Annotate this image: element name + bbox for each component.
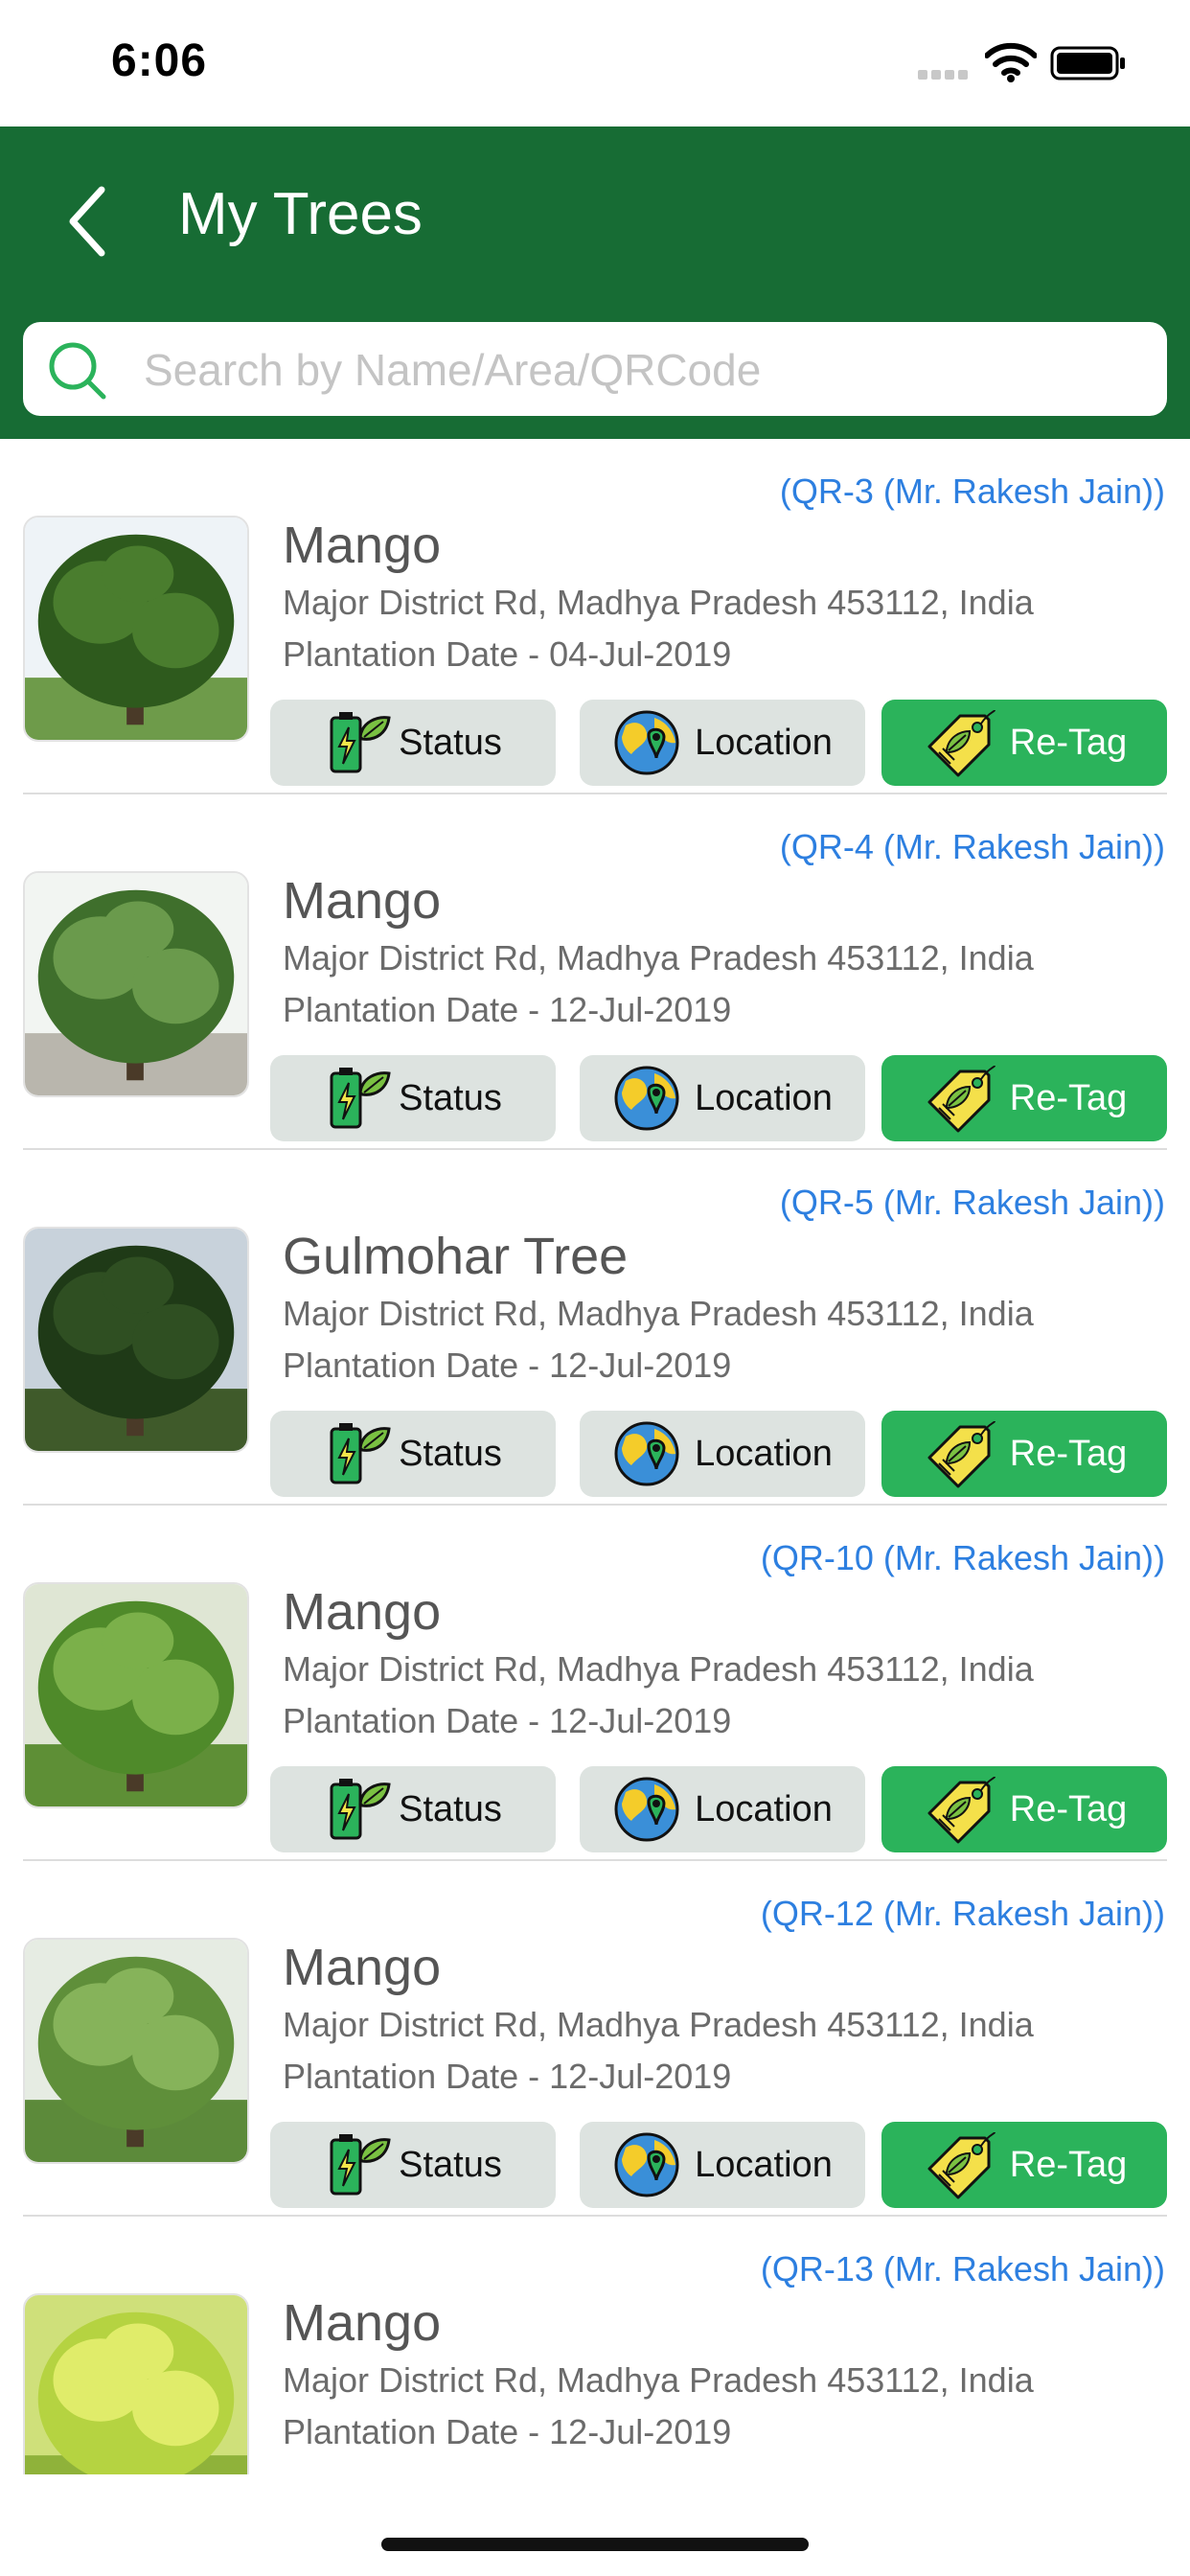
location-button-label: Location: [695, 1433, 833, 1474]
leaf-tag-icon: [927, 709, 995, 777]
home-indicator: [381, 2538, 809, 2551]
qr-owner-link[interactable]: (QR-3 (Mr. Rakesh Jain)): [780, 472, 1165, 512]
status-button[interactable]: Status: [270, 1766, 556, 1852]
status-button-label: Status: [399, 1788, 502, 1829]
wifi-icon: [985, 42, 1037, 82]
plantation-date: Plantation Date - 12-Jul-2019: [283, 990, 732, 1029]
location-button-label: Location: [695, 2144, 833, 2185]
tree-name: Mango: [283, 872, 442, 930]
tree-photo: [23, 1227, 249, 1453]
page-title: My Trees: [178, 181, 423, 247]
leaf-tag-icon: [927, 1776, 995, 1844]
status-button[interactable]: Status: [270, 1411, 556, 1497]
location-button-label: Location: [695, 722, 833, 763]
status-time: 6:06: [111, 35, 208, 86]
tree-photo: [23, 1582, 249, 1808]
retag-button[interactable]: Re-Tag: [881, 2122, 1167, 2208]
battery-leaf-icon: [330, 1423, 391, 1484]
status-button-label: Status: [399, 1077, 502, 1118]
location-button-label: Location: [695, 1077, 833, 1118]
tree-list[interactable]: (QR-3 (Mr. Rakesh Jain)) Mango Major Distr…: [0, 439, 1190, 2474]
qr-owner-link[interactable]: (QR-12 (Mr. Rakesh Jain)): [761, 1894, 1165, 1934]
app-header: My Trees: [0, 126, 1190, 439]
plantation-date: Plantation Date - 12-Jul-2019: [283, 1701, 732, 1740]
retag-button-label: Re-Tag: [1009, 1788, 1128, 1829]
battery-leaf-icon: [330, 1068, 391, 1129]
tree-photo: [23, 1938, 249, 2164]
location-button[interactable]: Location: [580, 2122, 865, 2208]
plantation-date: Plantation Date - 12-Jul-2019: [283, 2057, 732, 2096]
tree-name: Mango: [283, 1939, 442, 1996]
tree-card[interactable]: (QR-4 (Mr. Rakesh Jain)) Mango Major Distr…: [0, 794, 1190, 1150]
retag-button[interactable]: Re-Tag: [881, 700, 1167, 786]
status-button[interactable]: Status: [270, 1055, 556, 1141]
retag-button-label: Re-Tag: [1009, 2144, 1128, 2185]
tree-photo: [23, 2293, 249, 2474]
plantation-date: Plantation Date - 12-Jul-2019: [283, 1346, 732, 1385]
leaf-tag-icon: [927, 1065, 995, 1133]
globe-pin-icon: [614, 710, 679, 775]
location-button[interactable]: Location: [580, 1055, 865, 1141]
tree-photo: [23, 871, 249, 1097]
battery-leaf-icon: [330, 2134, 391, 2196]
tree-card[interactable]: (QR-12 (Mr. Rakesh Jain)) Mango Major Dist…: [0, 1861, 1190, 2217]
globe-pin-icon: [614, 1777, 679, 1842]
back-button[interactable]: [59, 178, 117, 264]
tree-name: Gulmohar Tree: [283, 1228, 629, 1285]
retag-button[interactable]: Re-Tag: [881, 1055, 1167, 1141]
cellular-signal-icon: [918, 67, 975, 80]
tree-card[interactable]: (QR-5 (Mr. Rakesh Jain)) Gulmohar Tree Maj…: [0, 1150, 1190, 1506]
status-button-label: Status: [399, 722, 502, 763]
qr-owner-link[interactable]: (QR-5 (Mr. Rakesh Jain)): [780, 1183, 1165, 1223]
tree-name: Mango: [283, 1583, 442, 1641]
status-button[interactable]: Status: [270, 700, 556, 786]
location-button[interactable]: Location: [580, 1766, 865, 1852]
search-input[interactable]: [142, 332, 1142, 408]
battery-icon: [1050, 46, 1125, 80]
location-button[interactable]: Location: [580, 700, 865, 786]
tree-card[interactable]: (QR-13 (Mr. Rakesh Jain)) Mango Major Dist…: [0, 2217, 1190, 2474]
tree-address: Major District Rd, Madhya Pradesh 453112…: [283, 2360, 1034, 2400]
globe-pin-icon: [614, 1066, 679, 1131]
status-button[interactable]: Status: [270, 2122, 556, 2208]
qr-owner-link[interactable]: (QR-13 (Mr. Rakesh Jain)): [761, 2249, 1165, 2289]
globe-pin-icon: [614, 2132, 679, 2197]
tree-address: Major District Rd, Madhya Pradesh 453112…: [283, 583, 1034, 622]
status-button-label: Status: [399, 1433, 502, 1474]
tree-address: Major District Rd, Madhya Pradesh 453112…: [283, 1294, 1034, 1333]
retag-button[interactable]: Re-Tag: [881, 1411, 1167, 1497]
retag-button-label: Re-Tag: [1009, 1077, 1128, 1118]
qr-owner-link[interactable]: (QR-4 (Mr. Rakesh Jain)): [780, 827, 1165, 867]
tree-address: Major District Rd, Madhya Pradesh 453112…: [283, 1649, 1034, 1689]
status-bar: 6:06: [0, 0, 1190, 126]
qr-owner-link[interactable]: (QR-10 (Mr. Rakesh Jain)): [761, 1538, 1165, 1578]
tree-photo: [23, 516, 249, 742]
leaf-tag-icon: [927, 2131, 995, 2199]
battery-leaf-icon: [330, 1779, 391, 1840]
retag-button-label: Re-Tag: [1009, 722, 1128, 763]
leaf-tag-icon: [927, 1420, 995, 1488]
location-button[interactable]: Location: [580, 1411, 865, 1497]
tree-address: Major District Rd, Madhya Pradesh 453112…: [283, 938, 1034, 978]
search-bar[interactable]: [23, 322, 1167, 416]
globe-pin-icon: [614, 1421, 679, 1486]
tree-name: Mango: [283, 2294, 442, 2352]
search-icon: [49, 342, 106, 400]
chevron-left-icon: [69, 186, 105, 257]
status-button-label: Status: [399, 2144, 502, 2185]
plantation-date: Plantation Date - 04-Jul-2019: [283, 634, 732, 674]
location-button-label: Location: [695, 1788, 833, 1829]
plantation-date: Plantation Date - 12-Jul-2019: [283, 2412, 732, 2451]
tree-card[interactable]: (QR-10 (Mr. Rakesh Jain)) Mango Major Dist…: [0, 1506, 1190, 1861]
tree-address: Major District Rd, Madhya Pradesh 453112…: [283, 2005, 1034, 2044]
retag-button-label: Re-Tag: [1009, 1433, 1128, 1474]
battery-leaf-icon: [330, 712, 391, 773]
tree-card[interactable]: (QR-3 (Mr. Rakesh Jain)) Mango Major Distr…: [0, 439, 1190, 794]
retag-button[interactable]: Re-Tag: [881, 1766, 1167, 1852]
tree-name: Mango: [283, 517, 442, 574]
